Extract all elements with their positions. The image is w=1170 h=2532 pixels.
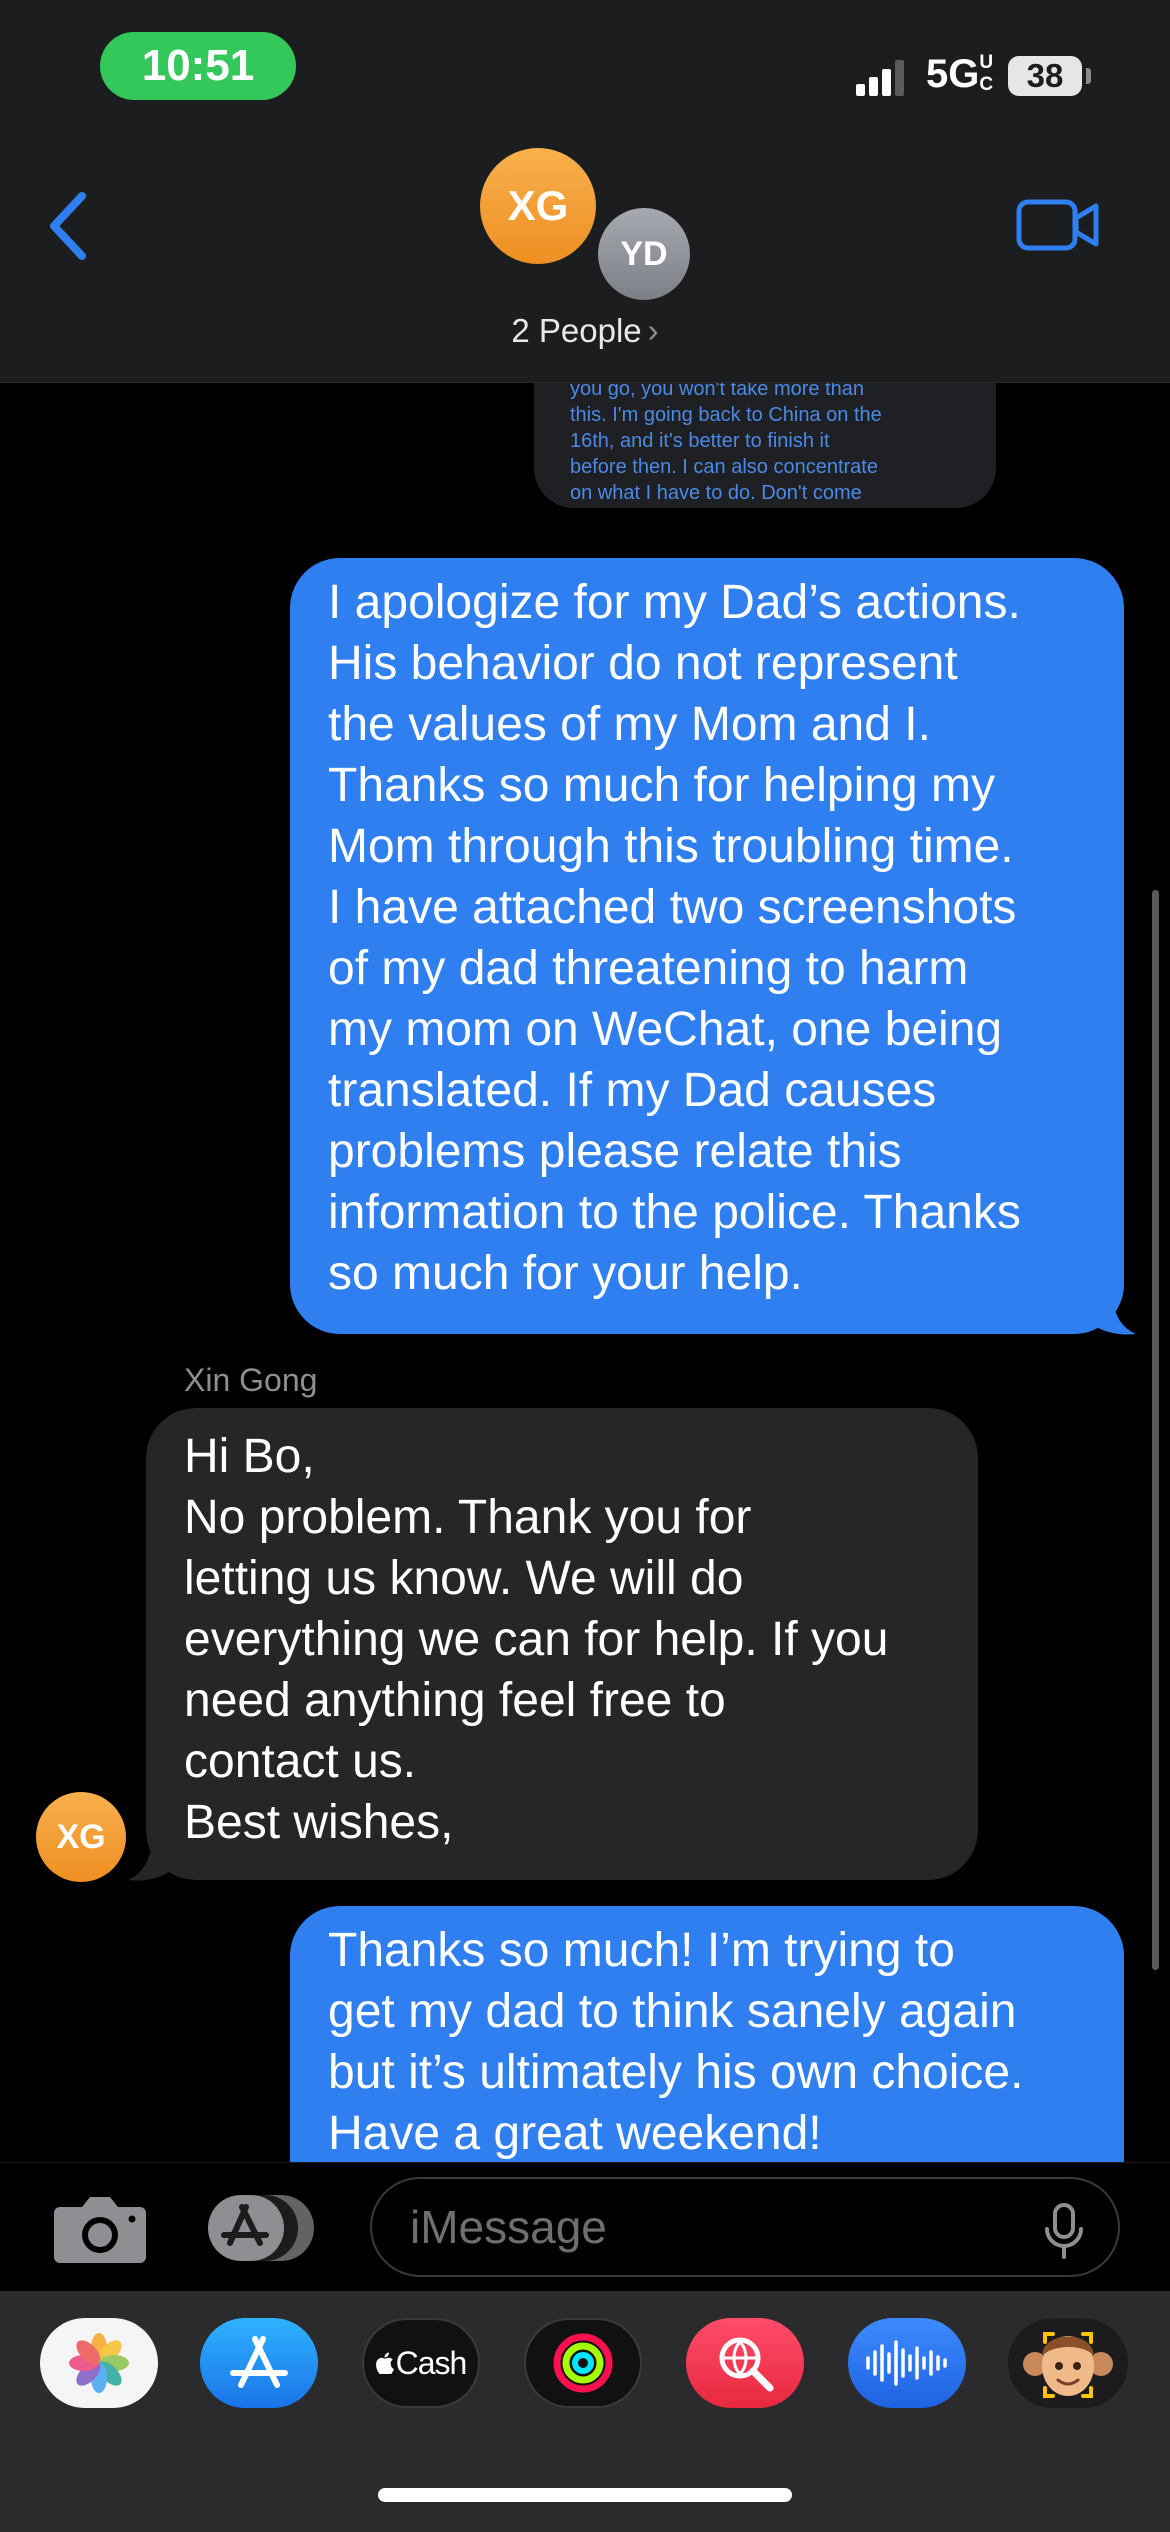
- audio-waveform-icon[interactable]: [848, 2318, 966, 2408]
- imessage-input[interactable]: [370, 2177, 1120, 2277]
- chevron-right-icon: ›: [647, 312, 659, 349]
- conversation-header: 10:51 5GUC 38 XG YD 2 People ›: [0, 0, 1170, 383]
- message-text: I apologize for my Dad’s actions. His be…: [328, 576, 1021, 1300]
- avatar-yd[interactable]: YD: [594, 204, 694, 304]
- scrollbar-thumb[interactable]: [1152, 890, 1159, 1970]
- bubble-tail: [128, 1836, 172, 1881]
- memoji-icon[interactable]: [1008, 2318, 1128, 2408]
- sender-avatar[interactable]: XG: [36, 1792, 126, 1882]
- microphone-icon[interactable]: [1044, 2203, 1084, 2259]
- participants-button[interactable]: 2 People ›: [0, 312, 1170, 350]
- avatar-xg[interactable]: XG: [480, 148, 596, 264]
- previous-message-text: you go, you won't take more than this. I…: [570, 378, 882, 504]
- outgoing-message-bubble[interactable]: Thanks so much! I’m trying to get my dad…: [290, 1906, 1124, 2166]
- sender-name: Xin Gong: [184, 1362, 318, 1398]
- cellular-signal-icon: [856, 60, 904, 96]
- participants-label: 2 People: [511, 312, 642, 349]
- home-indicator[interactable]: [378, 2488, 792, 2502]
- apple-logo-icon: [375, 2352, 394, 2374]
- bubble-tail: [1092, 1290, 1136, 1335]
- facetime-video-icon[interactable]: [1016, 196, 1100, 254]
- compose-bar: [0, 2162, 1170, 2291]
- message-text: Hi Bo, No problem. Thank you for letting…: [184, 1430, 889, 1849]
- app-store-icon[interactable]: [200, 2318, 318, 2408]
- network-type: 5GUC: [926, 52, 993, 96]
- incoming-message-bubble[interactable]: Hi Bo, No problem. Thank you for letting…: [146, 1408, 978, 1880]
- battery-tip: [1086, 68, 1091, 84]
- message-text: Thanks so much! I’m trying to get my dad…: [328, 1924, 1024, 2160]
- battery-indicator: 38: [1008, 56, 1082, 96]
- apple-cash-icon[interactable]: Cash: [362, 2318, 480, 2408]
- cash-label: Cash: [395, 2344, 468, 2381]
- photos-icon[interactable]: [40, 2318, 158, 2408]
- app-store-drawer-icon[interactable]: [208, 2193, 318, 2263]
- camera-icon[interactable]: [52, 2193, 148, 2265]
- back-chevron-icon[interactable]: [44, 186, 94, 266]
- activity-rings-icon[interactable]: [524, 2318, 642, 2408]
- outgoing-message-bubble[interactable]: I apologize for my Dad’s actions. His be…: [290, 558, 1124, 1334]
- status-time: 10:51: [100, 32, 296, 100]
- image-search-icon[interactable]: [686, 2318, 804, 2408]
